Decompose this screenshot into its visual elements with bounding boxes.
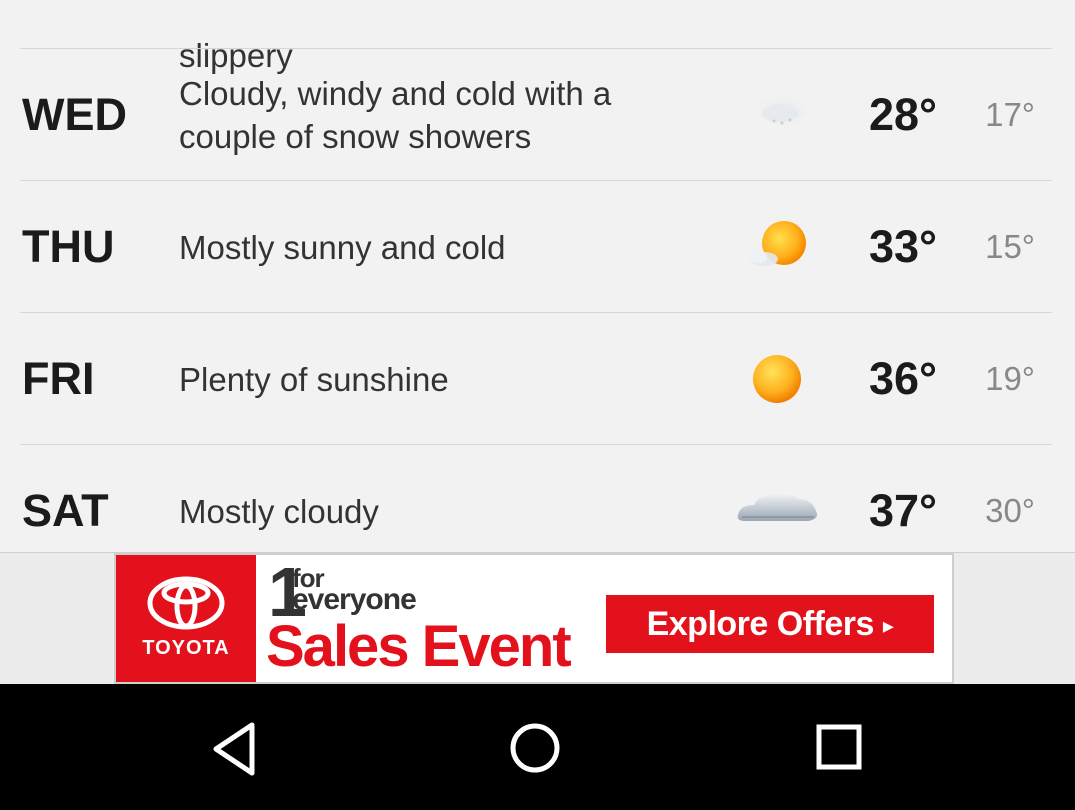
day-description: Mostly cloudy <box>179 492 379 530</box>
day-label: FRI <box>22 353 95 404</box>
high-temp: 37° <box>868 485 937 536</box>
ad-area: TOYOTA 1 for everyone Sales Event Explor… <box>0 552 1075 684</box>
toyota-logo: TOYOTA <box>116 555 256 682</box>
low-temp: 30° <box>985 492 1035 529</box>
forecast-list: slippery WED Cloudy, windy and cold with… <box>0 0 1075 552</box>
day-label: SAT <box>22 485 109 536</box>
day-description: Cloudy, windy and cold with a couple of … <box>179 75 612 155</box>
day-label: THU <box>22 221 115 272</box>
back-icon[interactable] <box>202 717 266 781</box>
high-temp: 36° <box>868 353 937 404</box>
snow-shower-icon <box>728 83 828 147</box>
day-label: WED <box>22 89 127 140</box>
button-label: Explore Offers <box>646 605 875 643</box>
mostly-sunny-icon <box>728 215 828 279</box>
play-arrow-icon: ▸ <box>882 613 894 639</box>
sunny-icon <box>728 347 828 411</box>
low-temp: 17° <box>985 96 1035 133</box>
system-nav-bar <box>0 684 1075 810</box>
forecast-row-thu[interactable]: THU Mostly sunny and cold 33° 15° <box>0 181 1075 313</box>
toyota-emblem-icon <box>147 576 225 630</box>
recents-icon[interactable] <box>807 717 871 781</box>
high-temp: 28° <box>868 89 937 140</box>
low-temp: 15° <box>985 228 1035 265</box>
ad-title: Sales Event <box>266 614 572 679</box>
day-description: Mostly sunny and cold <box>179 228 506 266</box>
forecast-row-previous[interactable]: slippery <box>0 0 1075 74</box>
ad-tagline-everyone: everyone <box>292 583 417 616</box>
forecast-row-wed[interactable]: WED Cloudy, windy and cold with a couple… <box>0 49 1075 181</box>
high-temp: 33° <box>868 221 937 272</box>
brand-name: TOYOTA <box>142 637 230 659</box>
home-icon[interactable] <box>503 717 567 781</box>
low-temp: 19° <box>985 360 1035 397</box>
mostly-cloudy-icon <box>728 479 828 543</box>
day-description: Plenty of sunshine <box>179 360 449 398</box>
forecast-row-fri[interactable]: FRI Plenty of sunshine 36° 19° <box>0 313 1075 445</box>
explore-offers-button[interactable]: Explore Offers ▸ <box>606 595 934 653</box>
ad-banner[interactable]: TOYOTA 1 for everyone Sales Event Explor… <box>114 553 954 684</box>
forecast-row-sat[interactable]: SAT Mostly cloudy 37° 30° <box>0 445 1075 552</box>
